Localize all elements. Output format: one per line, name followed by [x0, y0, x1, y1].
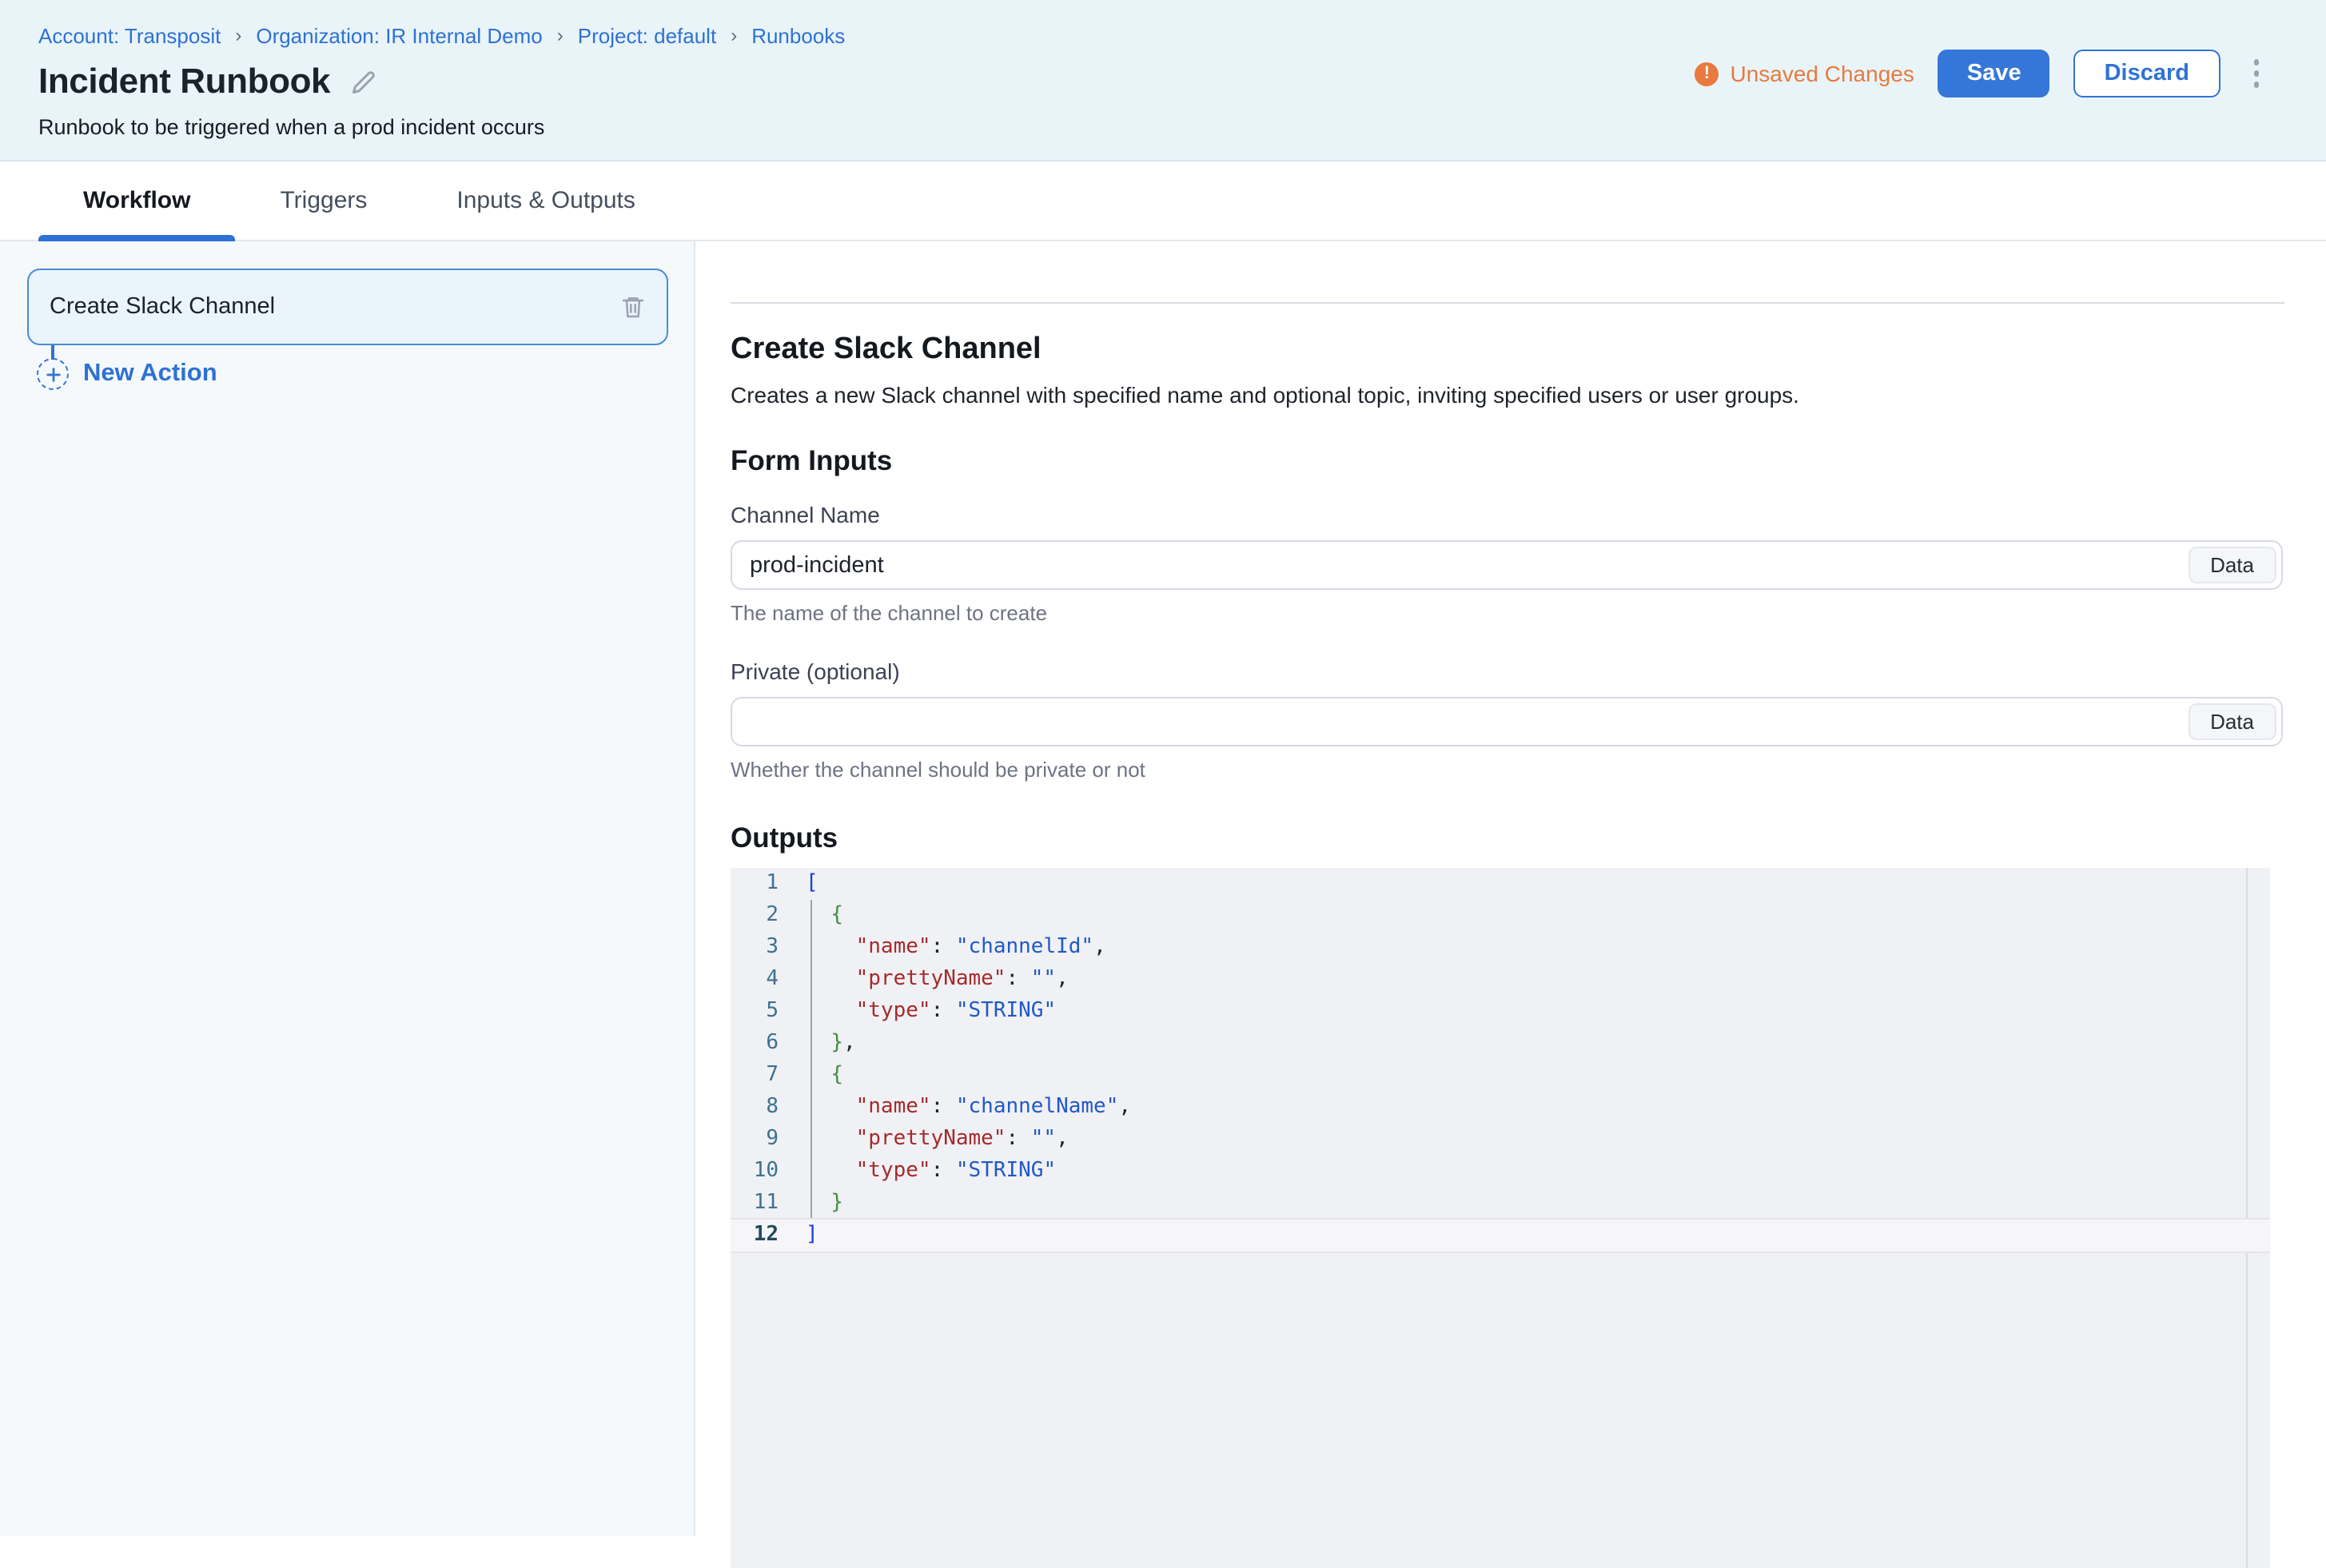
action-title: Create Slack Channel: [731, 241, 2283, 368]
code-text: {: [779, 1060, 843, 1092]
action-detail-panel: Create Slack Channel Creates a new Slack…: [695, 241, 2326, 1536]
private-input-wrap: Data: [731, 697, 2283, 746]
code-line[interactable]: 11 }: [731, 1188, 2270, 1220]
line-number: 8: [731, 1092, 779, 1124]
field-channel-name: Channel Name Data The name of the channe…: [731, 502, 2283, 625]
channel-name-label: Channel Name: [731, 502, 2283, 527]
private-input[interactable]: [732, 698, 2075, 745]
channel-name-data-button[interactable]: Data: [2188, 547, 2276, 583]
private-data-button[interactable]: Data: [2188, 703, 2276, 740]
discard-button[interactable]: Discard: [2074, 50, 2220, 98]
code-text: ]: [779, 1220, 818, 1252]
page-subtitle: Runbook to be triggered when a prod inci…: [38, 115, 2326, 139]
delete-action-trash-icon[interactable]: [620, 294, 646, 320]
save-button[interactable]: Save: [1938, 50, 2050, 98]
line-number: 1: [731, 868, 779, 900]
form-inputs-heading: Form Inputs: [731, 444, 2283, 478]
top-divider: [731, 302, 2284, 304]
code-text: "name": "channelName",: [779, 1092, 1131, 1124]
tab-bar: Workflow Triggers Inputs & Outputs: [0, 161, 2326, 241]
breadcrumb-runbooks[interactable]: Runbooks: [751, 24, 845, 48]
code-text: "prettyName": "",: [779, 964, 1069, 996]
edit-pencil-icon[interactable]: [351, 70, 375, 94]
code-line[interactable]: 12]: [731, 1220, 2270, 1252]
private-helper: Whether the channel should be private or…: [731, 758, 2283, 782]
code-line[interactable]: 8 "name": "channelName",: [731, 1092, 2270, 1124]
action-description: Creates a new Slack channel with specifi…: [731, 382, 2283, 408]
code-line[interactable]: 3 "name": "channelId",: [731, 932, 2270, 964]
code-text: "type": "STRING": [779, 996, 1056, 1028]
app-window: Account: Transposit › Organization: IR I…: [0, 0, 2326, 1536]
line-number: 5: [731, 996, 779, 1028]
code-line[interactable]: 5 "type": "STRING": [731, 996, 2270, 1028]
breadcrumb-account[interactable]: Account: Transposit: [38, 24, 221, 48]
unsaved-changes-label: Unsaved Changes: [1730, 61, 1914, 86]
more-options-kebab-icon[interactable]: [2247, 54, 2265, 94]
channel-name-input[interactable]: [732, 542, 2075, 588]
line-number: 12: [731, 1220, 779, 1252]
code-line[interactable]: 1[: [731, 868, 2270, 900]
line-number: 4: [731, 964, 779, 996]
new-action-button[interactable]: New Action: [37, 358, 217, 390]
line-number: 2: [731, 900, 779, 932]
workflow-steps-sidebar: Create Slack Channel New Action: [0, 241, 695, 1536]
private-label: Private (optional): [731, 659, 2283, 684]
outputs-code-editor[interactable]: 1[2 {3 "name": "channelId",4 "prettyName…: [731, 868, 2270, 1568]
chevron-right-icon: ›: [731, 25, 737, 44]
page-title: Incident Runbook: [38, 61, 330, 102]
breadcrumb-organization[interactable]: Organization: IR Internal Demo: [256, 24, 542, 48]
line-number: 9: [731, 1124, 779, 1156]
code-text: "name": "channelId",: [779, 932, 1106, 964]
chevron-right-icon: ›: [235, 25, 241, 44]
line-number: 6: [731, 1028, 779, 1060]
line-number: 3: [731, 932, 779, 964]
chevron-right-icon: ›: [557, 25, 564, 44]
code-line[interactable]: 10 "type": "STRING": [731, 1156, 2270, 1188]
field-private: Private (optional) Data Whether the chan…: [731, 659, 2283, 782]
code-text: [: [779, 868, 818, 900]
channel-name-helper: The name of the channel to create: [731, 601, 2283, 625]
code-line[interactable]: 9 "prettyName": "",: [731, 1124, 2270, 1156]
unsaved-changes-badge: ! Unsaved Changes: [1695, 61, 1914, 86]
tab-triggers[interactable]: Triggers: [235, 161, 412, 240]
line-number: 7: [731, 1060, 779, 1092]
new-action-label: New Action: [83, 360, 217, 388]
action-card-create-slack-channel[interactable]: Create Slack Channel: [27, 269, 668, 345]
code-text: {: [779, 900, 843, 932]
code-line[interactable]: 4 "prettyName": "",: [731, 964, 2270, 996]
channel-name-input-wrap: Data: [731, 540, 2283, 590]
breadcrumb: Account: Transposit › Organization: IR I…: [38, 24, 2326, 48]
code-text: }: [779, 1188, 843, 1220]
tab-inputs-outputs[interactable]: Inputs & Outputs: [412, 161, 679, 240]
line-number: 11: [731, 1188, 779, 1220]
code-line[interactable]: 7 {: [731, 1060, 2270, 1092]
code-text: },: [779, 1028, 856, 1060]
outputs-heading: Outputs: [731, 822, 2283, 855]
plus-icon: [37, 358, 69, 390]
code-line[interactable]: 2 {: [731, 900, 2270, 932]
tab-workflow[interactable]: Workflow: [38, 161, 235, 240]
action-card-label: Create Slack Channel: [50, 294, 275, 320]
code-text: "prettyName": "",: [779, 1124, 1069, 1156]
warning-icon: !: [1695, 62, 1719, 86]
code-line[interactable]: 6 },: [731, 1028, 2270, 1060]
page-header: Account: Transposit › Organization: IR I…: [0, 0, 2326, 161]
line-number: 10: [731, 1156, 779, 1188]
code-text: "type": "STRING": [779, 1156, 1056, 1188]
breadcrumb-project[interactable]: Project: default: [578, 24, 716, 48]
